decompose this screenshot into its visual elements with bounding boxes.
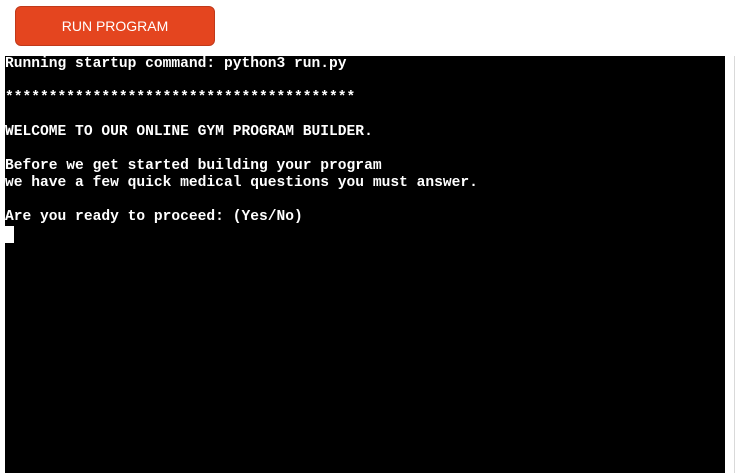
terminal-line: Running startup command: python3 run.py [5,56,347,72]
page: RUN PROGRAM Running startup command: pyt… [0,0,743,473]
terminal-line: Are you ready to proceed: (Yes/No) [5,209,303,225]
terminal-line: **************************************** [5,90,356,106]
terminal-line: we have a few quick medical questions yo… [5,175,478,191]
terminal-frame: Running startup command: python3 run.py … [5,56,735,473]
terminal[interactable]: Running startup command: python3 run.py … [5,56,725,473]
terminal-line: Before we get started building your prog… [5,158,382,174]
terminal-output: Running startup command: python3 run.py … [5,56,725,243]
terminal-cursor [5,226,14,243]
run-program-button[interactable]: RUN PROGRAM [15,6,215,46]
terminal-scrollbar[interactable] [725,56,734,473]
terminal-line: WELCOME TO OUR ONLINE GYM PROGRAM BUILDE… [5,124,373,140]
